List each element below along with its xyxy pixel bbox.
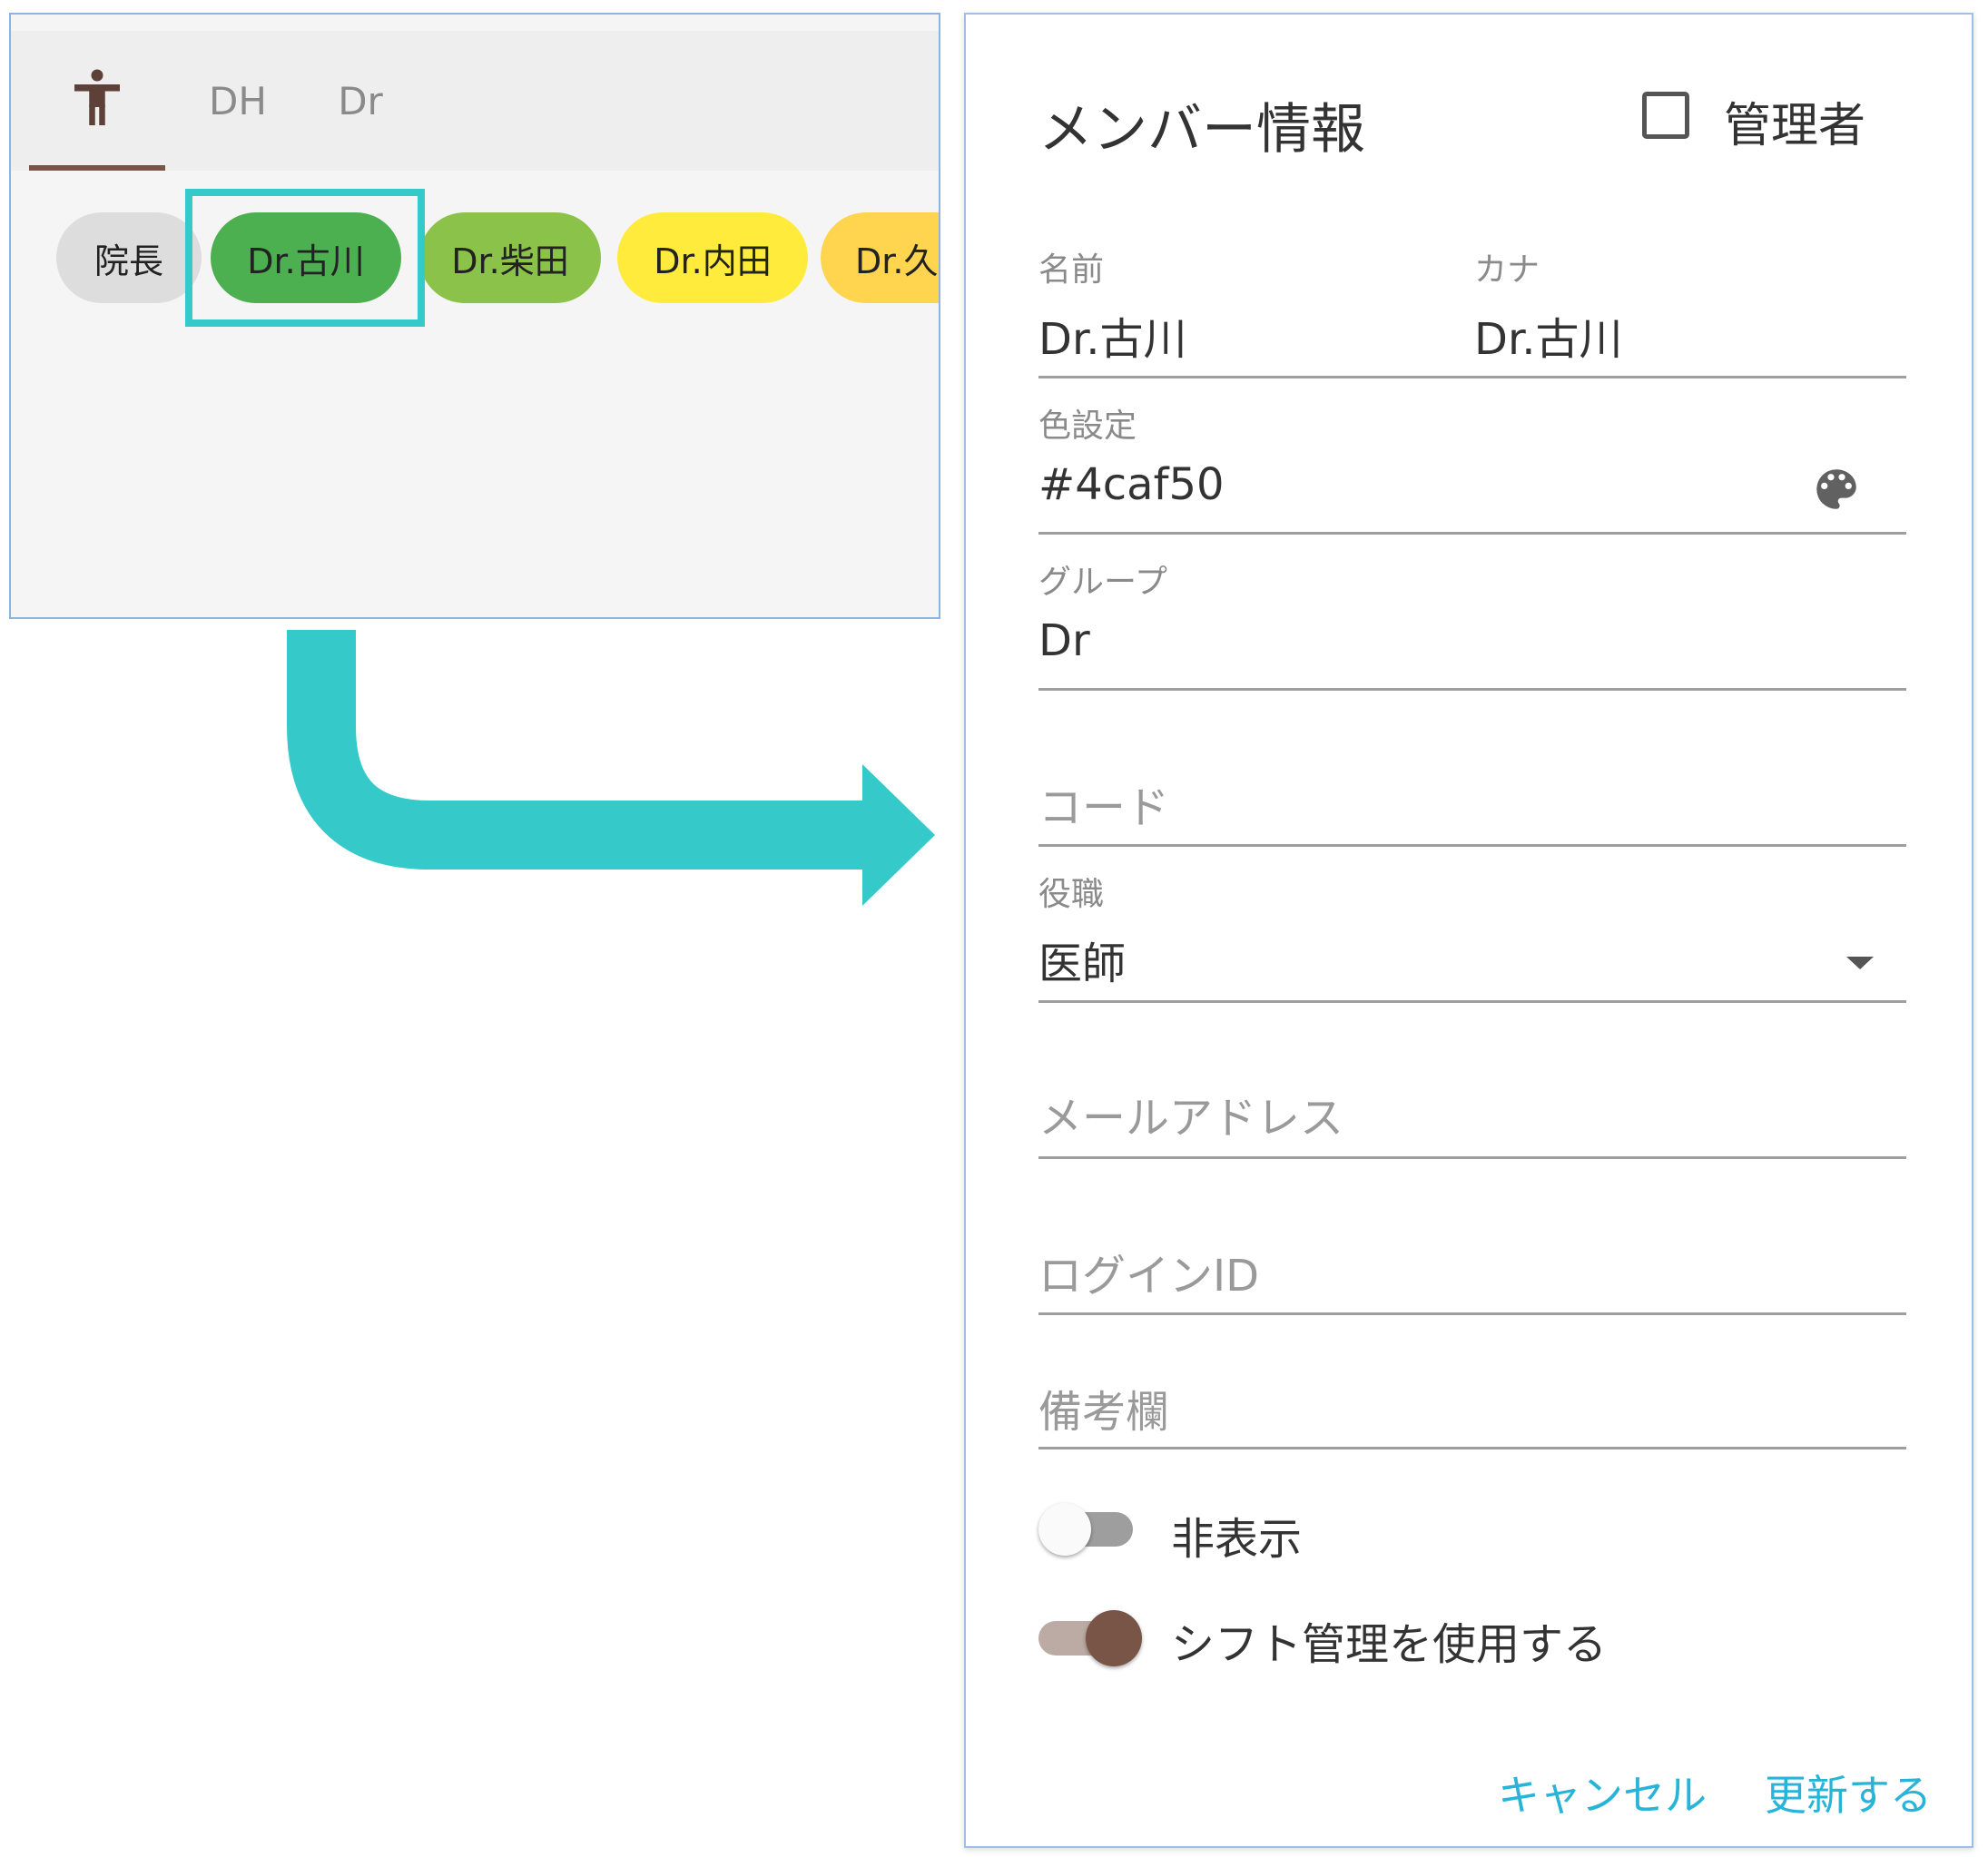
update-button[interactable]: 更新する [1765,1763,1932,1823]
tab-all-members[interactable] [29,31,165,171]
position-label: 役職 [1038,876,1105,913]
hide-toggle[interactable] [1038,1503,1137,1556]
code-input[interactable]: コード [1038,771,1169,835]
position-select[interactable]: 医師 [1038,928,1126,991]
member-chip-shibata[interactable]: Dr.柴田 [419,212,601,303]
shift-management-toggle[interactable] [1038,1610,1147,1666]
group-input[interactable]: Dr [1038,615,1090,666]
chevron-down-icon[interactable] [1845,953,1875,971]
color-underline [1038,532,1906,535]
admin-label: 管理者 [1724,99,1866,153]
color-input[interactable]: #4caf50 [1038,459,1225,510]
palette-icon[interactable] [1810,463,1863,516]
notes-input[interactable]: 備考欄 [1038,1376,1169,1439]
admin-checkbox[interactable] [1642,92,1689,139]
name-label: 名前 [1038,251,1105,289]
kana-label: カナ [1474,251,1540,289]
group-label: グループ [1038,564,1167,601]
member-chip-incho[interactable]: 院長 [56,212,202,303]
notes-underline [1038,1447,1906,1449]
dialog-title: メンバー情報 [1038,98,1365,162]
shift-management-label: シフト管理を使用する [1171,1619,1608,1670]
login-id-input[interactable]: ログインID [1038,1240,1259,1303]
member-chip-uchida[interactable]: Dr.内田 [617,212,808,303]
member-chip-furukawa[interactable]: Dr.古川 [211,212,401,303]
group-underline [1038,688,1906,691]
login-id-underline [1038,1312,1906,1315]
position-underline [1038,1000,1906,1003]
person-icon [74,69,120,125]
member-info-dialog: メンバー情報 管理者 名前 Dr.古川 カナ Dr.古川 色設定 #4caf50… [964,13,1973,1848]
cancel-button[interactable]: キャンセル [1498,1763,1707,1823]
kana-input[interactable]: Dr.古川 [1474,303,1623,367]
group-tabs: DH Dr [11,31,939,171]
email-underline [1038,1156,1906,1159]
tab-dh[interactable]: DH [174,31,301,171]
name-input[interactable]: Dr.古川 [1038,303,1187,367]
email-input[interactable]: メールアドレス [1038,1082,1343,1145]
name-underline [1038,376,1906,378]
hide-label: 非表示 [1171,1514,1303,1565]
member-list-panel: DH Dr 院長 Dr.古川 Dr.柴田 Dr.内田 Dr.久 [9,13,940,619]
tab-dr[interactable]: Dr [301,31,419,171]
color-label: 色設定 [1038,408,1137,445]
code-underline [1038,844,1906,847]
member-chip-ku[interactable]: Dr.久 [821,212,939,303]
